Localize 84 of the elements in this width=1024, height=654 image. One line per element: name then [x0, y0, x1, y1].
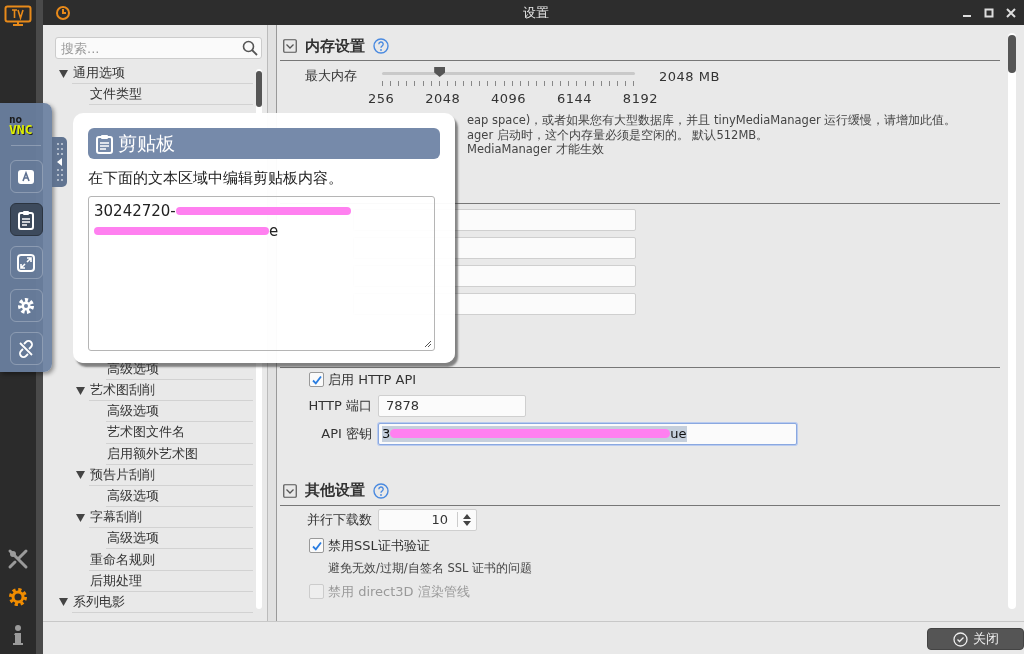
checkbox-label: 禁用SSL证书验证 [328, 536, 430, 555]
tick-label: 4096 [491, 91, 527, 106]
expand-arrow-icon[interactable] [76, 386, 85, 395]
checkbox[interactable] [309, 538, 324, 553]
search-field[interactable]: 搜索... [55, 37, 262, 59]
description-text: ager 启动时，这个内存量必须是空闲的。 默认512MB。 [467, 127, 769, 142]
app-icon [56, 5, 70, 20]
dialog-description: 在下面的文本区域中编辑剪贴板内容。 [88, 169, 343, 187]
tree-item[interactable]: 文件类型 [89, 84, 253, 106]
field-value: ue [670, 426, 687, 441]
tree-item[interactable]: 通用选项 [72, 63, 253, 85]
tick-label: 256 [368, 91, 395, 106]
collapse-icon[interactable] [283, 483, 297, 498]
description-text: eap space)，或者如果您有大型数据库，并且 tinyMediaManager 运行缓慢，请增加此值。 [467, 113, 957, 127]
tree-item[interactable]: 艺术图刮削 [89, 379, 253, 402]
tree-item[interactable]: 重命名规则 [89, 549, 253, 571]
tree-item[interactable]: 后期处理 [89, 570, 253, 592]
control-bar-handle[interactable] [52, 137, 67, 187]
field-label: 最大内存 [304, 67, 358, 85]
clipboard-text: 30242720- [94, 202, 176, 220]
field-label: HTTP 端口 [307, 396, 373, 415]
clipboard-button[interactable] [9, 203, 43, 236]
tick-label: 8192 [622, 91, 658, 106]
close-icon[interactable] [1006, 7, 1016, 18]
check-circle-icon [952, 631, 968, 647]
resize-grip-icon[interactable] [424, 340, 432, 348]
scrollbar-thumb[interactable] [1008, 35, 1016, 73]
memory-reading: 2048 MB [659, 68, 720, 84]
checkbox-label: 禁用 direct3D 渲染管线 [328, 582, 470, 601]
tick-label: 6144 [556, 91, 593, 106]
slider-thumb[interactable] [434, 67, 446, 77]
tree-item[interactable]: 高级选项 [106, 528, 253, 550]
keyboard-button[interactable] [9, 160, 43, 193]
scrollbar-thumb[interactable] [256, 71, 262, 107]
checkbox[interactable] [309, 372, 324, 387]
tv-icon[interactable] [4, 5, 32, 27]
close-button[interactable]: 关闭 [927, 628, 1024, 650]
fullscreen-icon [17, 253, 35, 272]
vnc-logo: no VNC [9, 115, 34, 135]
tools-icon[interactable] [7, 548, 29, 570]
window-title: 设置 [523, 3, 549, 22]
clipboard-text-area[interactable]: 30242720- e [88, 196, 435, 351]
gear-icon[interactable] [7, 586, 29, 608]
fullscreen-button[interactable] [9, 246, 43, 279]
tree-item[interactable]: 预告片刮削 [89, 464, 253, 486]
memory-slider[interactable] [382, 66, 635, 86]
dialog-title: 剪贴板 [118, 130, 175, 156]
input-field[interactable]: 7878 [378, 394, 526, 417]
clipboard-icon [96, 133, 113, 154]
collapse-icon[interactable] [283, 39, 297, 53]
spin-arrows-icon[interactable] [462, 512, 472, 527]
tree-item[interactable]: 高级选项 [106, 401, 253, 423]
hint-text: 避免无效/过期/自签名 SSL 证书的问题 [328, 561, 533, 576]
number-spinner[interactable]: 10 [378, 508, 477, 531]
info-icon[interactable] [12, 624, 24, 646]
description-text: MediaManager 才能生效 [467, 142, 604, 156]
tree-item[interactable]: 启用额外艺术图 [106, 443, 253, 465]
tree-item[interactable]: 艺术图文件名 [106, 422, 253, 444]
expand-arrow-icon[interactable] [59, 598, 68, 607]
settings-button[interactable] [9, 289, 43, 322]
broken-link-icon [17, 339, 35, 358]
tree-item[interactable]: 系列电影 [72, 591, 253, 613]
disconnect-button[interactable] [9, 332, 43, 365]
tree-item[interactable]: 字幕刮削 [89, 507, 253, 529]
clipboard-text: e [269, 222, 279, 240]
clipboard-icon [18, 209, 34, 230]
expand-arrow-icon[interactable] [59, 69, 68, 78]
gear-icon [17, 296, 35, 315]
field-label: 并行下载数 [306, 510, 373, 529]
expand-arrow-icon[interactable] [76, 513, 85, 522]
help-icon[interactable] [373, 38, 389, 54]
expand-arrow-icon[interactable] [76, 471, 85, 480]
section-title: 内存设置 [305, 36, 365, 56]
api-key-field[interactable]: 3 ue [378, 422, 797, 445]
search-icon [242, 40, 258, 56]
field-label: API 密钥 [320, 424, 373, 443]
letter-key-icon [17, 168, 35, 185]
field-value: 3 [382, 426, 391, 441]
tree-item[interactable]: 高级选项 [106, 485, 253, 508]
checkbox-label: 启用 HTTP API [328, 370, 417, 389]
maximize-icon[interactable] [984, 7, 994, 18]
section-title: 其他设置 [305, 481, 365, 500]
tick-label: 2048 [425, 91, 461, 106]
help-icon[interactable] [373, 482, 389, 499]
